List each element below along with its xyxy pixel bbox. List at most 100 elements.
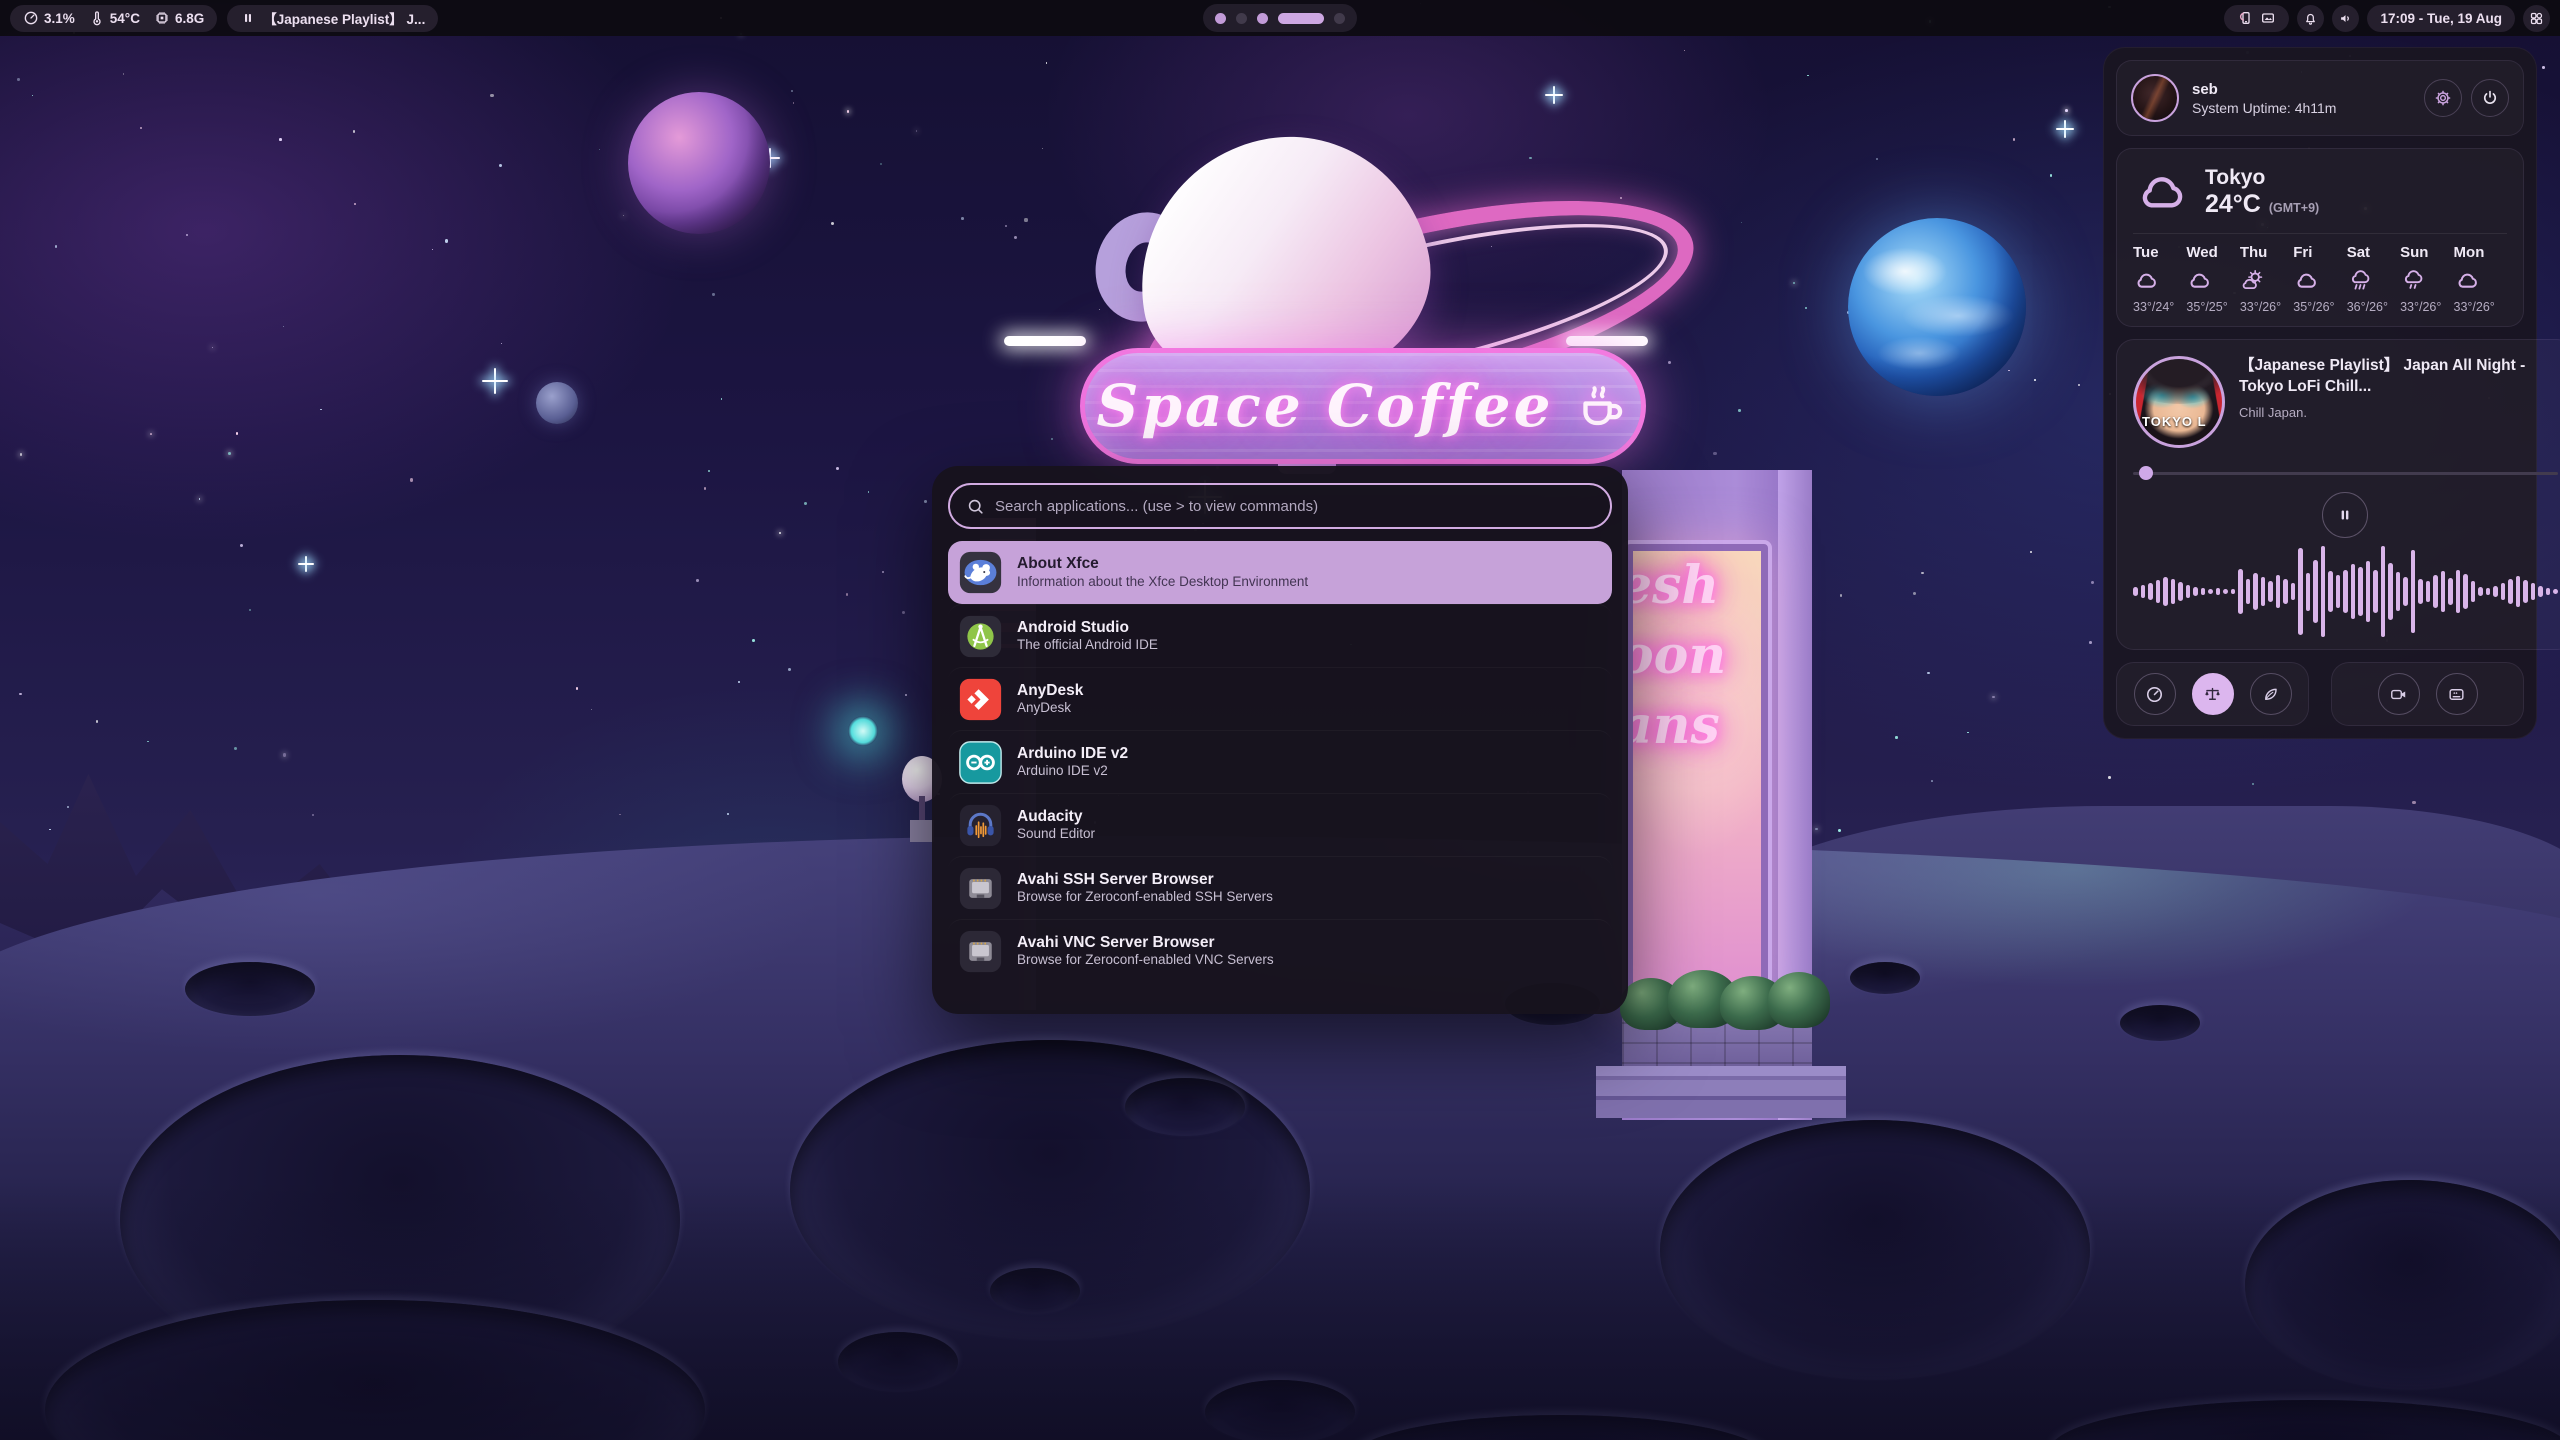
foreground-shadow <box>0 1180 2560 1440</box>
arduino-app-icon <box>958 740 1003 785</box>
gauge-icon <box>2145 685 2164 704</box>
power-icon <box>2481 89 2499 107</box>
workspace-dot[interactable] <box>1236 13 1247 24</box>
star-sparkle <box>482 368 508 394</box>
forecast-day-label: Mon <box>2454 244 2485 261</box>
app-row[interactable]: Avahi VNC Server BrowserBrowse for Zeroc… <box>948 919 1612 982</box>
app-row[interactable]: Arduino IDE v2Arduino IDE v2 <box>948 730 1612 793</box>
forecast-day-label: Sun <box>2400 244 2428 261</box>
user-card: seb System Uptime: 4h11m <box>2116 60 2524 136</box>
window-neon-text: ans <box>1626 691 1761 761</box>
clock-pill[interactable]: 17:09 - Tue, 19 Aug <box>2367 5 2515 32</box>
now-playing-pill[interactable]: 【Japanese Playlist】 J... <box>227 5 438 32</box>
app-row[interactable]: Avahi SSH Server BrowserBrowse for Zeroc… <box>948 856 1612 919</box>
gear-icon <box>2434 89 2452 107</box>
app-row[interactable]: AnyDeskAnyDesk <box>948 667 1612 730</box>
cloud-icon <box>2454 267 2481 294</box>
cloud-icon <box>2133 163 2191 221</box>
app-launcher: About XfceInformation about the Xfce Des… <box>932 466 1628 1014</box>
forecast-temps: 33°/26° <box>2400 300 2441 314</box>
album-art-text: TOKYO L <box>2142 414 2207 429</box>
forecast-temps: 35°/26° <box>2293 300 2334 314</box>
app-description: Sound Editor <box>1017 826 1095 843</box>
android-studio-app-icon <box>958 614 1003 659</box>
network-app-icon <box>958 866 1003 911</box>
drizzle-icon <box>2400 267 2427 294</box>
play-pause-button[interactable] <box>2322 492 2368 538</box>
screen-record-button[interactable] <box>2378 673 2420 715</box>
forecast-day: Thu33°/26° <box>2240 244 2293 314</box>
audio-visualizer <box>2133 544 2558 639</box>
search-input[interactable] <box>995 498 1594 515</box>
app-row[interactable]: Android StudioThe official Android IDE <box>948 604 1612 667</box>
wallpaper-icon[interactable] <box>2260 10 2276 26</box>
app-name: Avahi VNC Server Browser <box>1017 933 1274 952</box>
neon-coffee-cup-icon <box>1571 377 1629 435</box>
cloud-icon <box>2186 267 2213 294</box>
forecast-day-label: Fri <box>2293 244 2312 261</box>
workspace-active[interactable] <box>1278 13 1324 24</box>
app-description: AnyDesk <box>1017 700 1083 717</box>
user-avatar <box>2131 74 2179 122</box>
screenshot-button[interactable] <box>2436 673 2478 715</box>
seek-slider-thumb[interactable] <box>2139 466 2153 480</box>
neon-sign-text: Space Coffee <box>1097 372 1554 440</box>
app-name: Audacity <box>1017 807 1095 826</box>
app-list: About XfceInformation about the Xfce Des… <box>948 541 1612 982</box>
weather-city: Tokyo <box>2205 166 2319 190</box>
window-neon-text: oon <box>1626 621 1761 691</box>
bell-icon <box>2303 11 2318 26</box>
forecast-day: Wed35°/25° <box>2186 244 2239 314</box>
scales-icon <box>2203 685 2222 704</box>
search-icon <box>966 497 985 516</box>
glowing-orb <box>848 716 878 746</box>
search-box[interactable] <box>948 483 1612 529</box>
forecast-temps: 33°/24° <box>2133 300 2174 314</box>
settings-button[interactable] <box>2424 79 2462 117</box>
track-subtitle: Chill Japan. <box>2239 405 2558 420</box>
workspace-dot[interactable] <box>1257 13 1268 24</box>
power-profile-group <box>2116 662 2309 726</box>
forecast-day-label: Sat <box>2347 244 2370 261</box>
memory-usage: 6.8G <box>175 11 204 26</box>
xfce-app-icon <box>958 550 1003 595</box>
small-moon <box>536 382 578 424</box>
phone-link-icon[interactable] <box>2237 10 2253 26</box>
performance-mode-button[interactable] <box>2134 673 2176 715</box>
workspace-dot[interactable] <box>1215 13 1226 24</box>
roof-light <box>1566 336 1648 346</box>
audacity-app-icon <box>958 803 1003 848</box>
app-grid-button[interactable] <box>2523 5 2550 32</box>
app-name: About Xfce <box>1017 554 1308 573</box>
pause-icon <box>240 10 256 26</box>
music-player-card: TOKYO L 【Japanese Playlist】 Japan All Ni… <box>2116 339 2560 650</box>
neon-sign: Space Coffee <box>1080 348 1646 464</box>
powersave-mode-button[interactable] <box>2250 673 2292 715</box>
forecast-day: Fri 35°/26° <box>2293 244 2346 314</box>
chip-icon <box>154 10 170 26</box>
clock-label: 17:09 - Tue, 19 Aug <box>2380 11 2502 26</box>
app-description: Browse for Zeroconf-enabled VNC Servers <box>1017 952 1274 969</box>
apps-grid-icon <box>2529 11 2544 26</box>
volume-button[interactable] <box>2332 5 2359 32</box>
forecast-day-label: Thu <box>2240 244 2268 261</box>
notifications-button[interactable] <box>2297 5 2324 32</box>
forecast-temps: 36°/26° <box>2347 300 2388 314</box>
balanced-mode-button[interactable] <box>2192 673 2234 715</box>
cloud-icon <box>2293 267 2320 294</box>
earth-planet <box>1848 218 2026 396</box>
app-row[interactable]: AudacitySound Editor <box>948 793 1612 856</box>
roof-light <box>1004 336 1086 346</box>
top-bar: 3.1% 54°C 6.8G 【Japanese Playlist】 J... … <box>0 0 2560 36</box>
user-name: seb <box>2192 81 2336 98</box>
app-row[interactable]: About XfceInformation about the Xfce Des… <box>948 541 1612 604</box>
workspace-dot[interactable] <box>1334 13 1345 24</box>
app-description: Information about the Xfce Desktop Envir… <box>1017 574 1308 591</box>
power-button[interactable] <box>2471 79 2509 117</box>
app-name: Android Studio <box>1017 618 1158 637</box>
speaker-icon <box>2338 11 2353 26</box>
seek-slider[interactable] <box>2133 466 2558 480</box>
forecast-day: Sat 36°/26° <box>2347 244 2400 314</box>
weather-card: Tokyo 24°C (GMT+9) Tue33°/24°Wed35°/25°T… <box>2116 148 2524 327</box>
capture-group <box>2331 662 2524 726</box>
